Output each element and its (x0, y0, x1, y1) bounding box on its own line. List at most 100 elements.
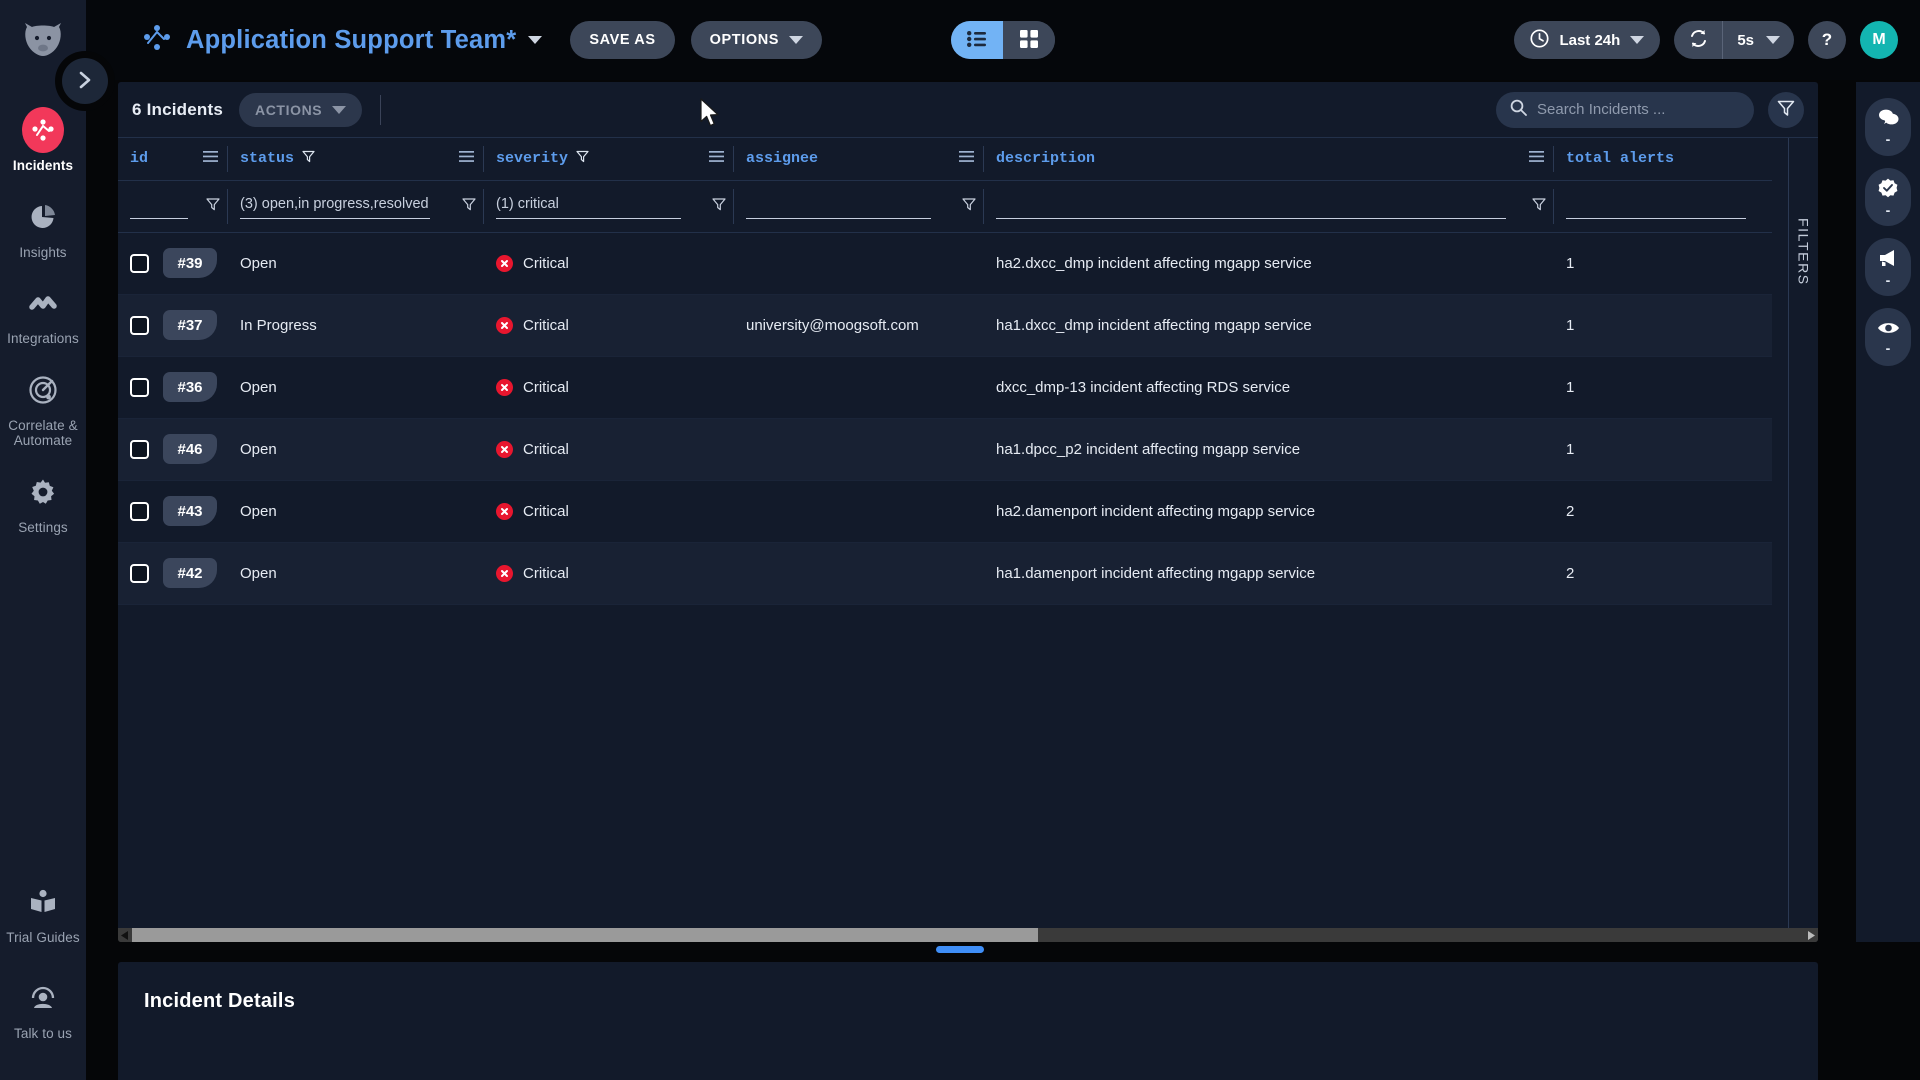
refresh-interval-selector[interactable]: 5s (1723, 21, 1794, 59)
sidebar-collapse-button[interactable] (62, 58, 108, 104)
sidebar-item-correlate-automate[interactable]: Correlate & Automate (0, 358, 86, 460)
row-checkbox[interactable] (130, 378, 149, 398)
panel-resize-handle[interactable] (936, 946, 984, 953)
filter-input-severity[interactable] (496, 193, 681, 219)
funnel-icon[interactable] (712, 197, 726, 216)
column-menu-icon[interactable] (203, 150, 218, 168)
column-header-id[interactable]: id (118, 138, 228, 181)
incident-id-chip[interactable]: #36 (163, 372, 217, 402)
filter-cell-total-alerts (1554, 180, 1772, 233)
actions-button[interactable]: ACTIONS (239, 92, 363, 127)
moogsoft-cow-logo-icon[interactable] (21, 18, 65, 62)
verified-count: - (1885, 201, 1891, 218)
row-checkbox[interactable] (130, 502, 149, 522)
filter-input-status[interactable] (240, 193, 430, 219)
row-select-cell: #36 (118, 356, 228, 419)
column-header-total-alerts[interactable]: total alerts (1554, 138, 1772, 181)
sidebar-item-insights[interactable]: Insights (0, 185, 86, 272)
table-row[interactable]: #39 Open Critical ha2.dxcc_dmp incident aff… (118, 232, 1772, 295)
filter-panel-toggle-button[interactable] (1768, 91, 1804, 128)
column-menu-icon[interactable] (1529, 150, 1544, 168)
row-checkbox[interactable] (130, 440, 149, 460)
scroll-left-arrow-icon[interactable] (118, 928, 132, 942)
filters-side-rail[interactable]: FILTERS (1788, 138, 1818, 942)
table-row[interactable]: #36 Open Critical dxcc_dmp-13 incident affe… (118, 356, 1772, 419)
scrollbar-track[interactable] (132, 928, 1804, 942)
list-view-button[interactable] (951, 21, 1003, 59)
dashboard-title-group[interactable]: Application Support Team* (140, 22, 543, 59)
sidebar-item-trial-guides[interactable]: Trial Guides (0, 865, 86, 962)
column-menu-icon[interactable] (959, 150, 974, 168)
announcements-button[interactable]: - (1865, 238, 1911, 296)
scrollbar-thumb[interactable] (132, 928, 1038, 942)
options-button[interactable]: OPTIONS (690, 21, 823, 59)
column-menu-icon[interactable] (459, 150, 474, 168)
funnel-icon[interactable] (1532, 197, 1546, 216)
table-header-row: id status severity assignee description … (118, 138, 1772, 181)
column-header-label: assignee (746, 150, 819, 168)
incident-details-title: Incident Details (144, 990, 296, 1012)
incidents-panel: 6 Incidents ACTIONS Search Incidents ...… (118, 82, 1818, 942)
table-row[interactable]: #43 Open Critical ha2.damenport incident af… (118, 480, 1772, 543)
list-view-icon (967, 30, 987, 50)
column-menu-icon[interactable] (709, 150, 724, 168)
status-value: Open (240, 440, 277, 458)
column-header-status[interactable]: status (228, 138, 484, 181)
description-value: ha1.damenport incident affecting mgapp s… (996, 564, 1316, 582)
incident-id-chip[interactable]: #42 (163, 558, 217, 588)
incident-id-chip[interactable]: #39 (163, 248, 217, 278)
filter-input-description[interactable] (996, 193, 1506, 219)
sidebar-item-talk-to-us[interactable]: Talk to us (0, 961, 86, 1058)
row-select-cell: #43 (118, 480, 228, 543)
column-header-label: severity (496, 150, 569, 168)
save-as-button[interactable]: SAVE AS (570, 21, 675, 59)
watchers-button[interactable]: - (1865, 308, 1911, 366)
incidents-icon (22, 107, 64, 153)
sidebar-item-integrations[interactable]: Integrations (0, 271, 86, 358)
scroll-right-arrow-icon[interactable] (1804, 928, 1818, 942)
watchers-count: - (1885, 339, 1891, 356)
chevron-down-icon[interactable] (528, 36, 543, 44)
search-input[interactable] (1537, 101, 1740, 118)
funnel-icon (1777, 99, 1795, 120)
row-checkbox[interactable] (130, 316, 149, 336)
avatar[interactable]: M (1860, 21, 1898, 59)
column-header-description[interactable]: description (984, 138, 1554, 181)
sidebar-item-label: Integrations (7, 331, 79, 347)
filter-input-assignee[interactable] (746, 193, 931, 219)
column-header-severity[interactable]: severity (484, 138, 734, 181)
table-row[interactable]: #46 Open Critical ha1.dpcc_p2 incident affe… (118, 418, 1772, 481)
time-range-selector[interactable]: Last 24h (1514, 21, 1661, 59)
table-row[interactable]: #37 In Progress Critical university@moogsof… (118, 294, 1772, 357)
cell-description: ha1.damenport incident affecting mgapp s… (984, 542, 1554, 605)
divider (380, 94, 382, 125)
row-checkbox[interactable] (130, 564, 149, 584)
incident-id-chip[interactable]: #46 (163, 434, 217, 464)
help-button[interactable]: ? (1808, 21, 1846, 59)
sidebar-item-incidents[interactable]: Incidents (0, 98, 86, 185)
funnel-icon[interactable] (462, 197, 476, 216)
sidebar-item-settings[interactable]: Settings (0, 460, 86, 547)
grid-view-button[interactable] (1003, 21, 1055, 59)
table-body: #39 Open Critical ha2.dxcc_dmp incident aff… (118, 232, 1772, 605)
total-alerts-value: 2 (1566, 502, 1575, 520)
incident-id-chip[interactable]: #43 (163, 496, 217, 526)
gear-icon (22, 471, 64, 513)
incident-id-chip[interactable]: #37 (163, 310, 217, 340)
column-header-label: status (240, 150, 295, 168)
search-box[interactable] (1496, 91, 1754, 128)
headset-icon (22, 977, 64, 1019)
comments-button[interactable]: - (1865, 98, 1911, 156)
filter-input-total-alerts[interactable] (1566, 193, 1746, 219)
toolbar-right-group (1496, 91, 1804, 128)
main-sidebar: Incidents Insights Integrations Correlat… (0, 0, 86, 1080)
horizontal-scrollbar[interactable] (118, 928, 1818, 942)
filter-input-id[interactable] (130, 193, 188, 219)
column-header-assignee[interactable]: assignee (734, 138, 984, 181)
table-row[interactable]: #42 Open Critical ha1.damenport incident af… (118, 542, 1772, 605)
funnel-icon[interactable] (206, 197, 220, 216)
funnel-icon[interactable] (962, 197, 976, 216)
row-checkbox[interactable] (130, 254, 149, 274)
verified-button[interactable]: - (1865, 168, 1911, 226)
refresh-button[interactable] (1674, 21, 1722, 59)
